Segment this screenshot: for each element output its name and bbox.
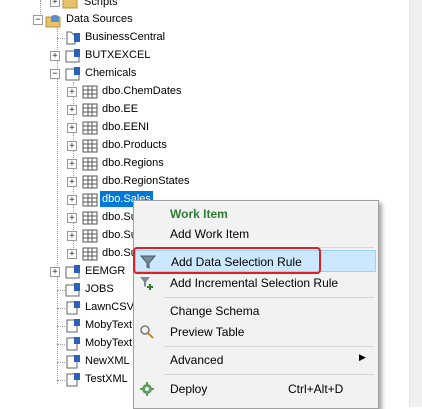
expand-toggle[interactable]: + — [67, 87, 77, 97]
highlight-annotation-box — [133, 247, 321, 274]
datasource-icon — [65, 282, 81, 298]
vertical-scrollbar[interactable] — [409, 0, 422, 407]
incremental-filter-icon — [139, 275, 155, 291]
tree-guide-line — [57, 344, 65, 345]
folder-icon — [62, 0, 78, 10]
expand-toggle[interactable]: + — [50, 0, 60, 7]
tree-guide-line — [57, 38, 65, 39]
datasource-icon — [65, 264, 81, 280]
tree-item-chemicals[interactable]: Chemicals — [83, 65, 138, 81]
tree-item-table[interactable]: dbo.ChemDates — [100, 83, 184, 99]
tree-item-mobytext[interactable]: MobyText — [83, 335, 134, 351]
table-icon — [82, 120, 98, 136]
tree-item-businesscentral[interactable]: BusinessCentral — [83, 29, 167, 45]
menu-item-label: Add Work Item — [170, 227, 250, 241]
tree-item-lawncsv[interactable]: LawnCSV — [83, 299, 136, 315]
tree-item-table[interactable]: dbo.Regions — [100, 155, 166, 171]
datasource-icon — [65, 336, 81, 352]
menu-separator — [164, 346, 374, 347]
datasource-icon — [65, 318, 81, 334]
table-icon — [82, 84, 98, 100]
menu-item-shortcut: Ctrl+Alt+D — [288, 382, 344, 396]
tree-item-table[interactable]: dbo.RegionStates — [100, 173, 191, 189]
datasource-icon — [65, 300, 81, 316]
expand-toggle[interactable]: + — [67, 231, 77, 241]
menu-item-add-work-item[interactable]: Add Work Item — [135, 223, 376, 245]
tree-item-data-sources[interactable]: Data Sources — [64, 11, 135, 27]
data-sources-icon — [45, 12, 61, 28]
magnifier-icon — [139, 324, 155, 340]
expand-toggle[interactable]: + — [67, 123, 77, 133]
submenu-arrow-icon: ▶ — [359, 352, 366, 362]
table-icon — [82, 228, 98, 244]
table-icon — [82, 138, 98, 154]
menu-item-advanced[interactable]: Advanced ▶ — [135, 349, 376, 371]
deploy-icon — [139, 381, 155, 397]
menu-item-change-schema[interactable]: Change Schema — [135, 300, 376, 322]
tree-guide-line — [57, 326, 65, 327]
menu-separator — [164, 374, 374, 375]
expand-toggle[interactable]: + — [67, 105, 77, 115]
datasource-icon — [65, 354, 81, 370]
tree-item-mobytext[interactable]: MobyText — [83, 317, 134, 333]
datasource-icon — [65, 48, 81, 64]
expand-toggle[interactable]: + — [67, 159, 77, 169]
tree-item-jobs[interactable]: JOBS — [83, 281, 116, 297]
tree-item-table[interactable]: dbo.EE — [100, 101, 140, 117]
menu-item-label: Change Schema — [170, 304, 260, 318]
table-icon — [82, 246, 98, 262]
table-icon — [82, 192, 98, 208]
tree-item-butxexcel[interactable]: BUTXEXCEL — [83, 47, 152, 63]
expand-toggle[interactable]: + — [67, 213, 77, 223]
tree-guide-line — [57, 362, 65, 363]
table-icon — [82, 156, 98, 172]
tree-item-testxml[interactable]: TestXML — [83, 371, 130, 387]
tree-item-scripts[interactable]: Scripts — [82, 0, 120, 10]
expand-toggle[interactable]: + — [67, 249, 77, 259]
menu-item-label: Preview Table — [170, 325, 245, 339]
expand-toggle[interactable]: + — [67, 141, 77, 151]
menu-item-label: Add Incremental Selection Rule — [170, 276, 339, 290]
menu-item-label: Advanced — [170, 353, 224, 367]
menu-item-label: Deploy — [170, 382, 208, 396]
collapse-toggle[interactable]: − — [50, 69, 60, 79]
datasource-icon — [65, 372, 81, 388]
tree-guide-line — [57, 290, 65, 291]
context-menu: Work Item Add Work Item Add Data Selecti… — [133, 200, 379, 409]
tree-item-table[interactable]: dbo.Products — [100, 137, 169, 153]
expand-toggle[interactable]: + — [50, 51, 60, 61]
menu-header-label: Work Item — [170, 207, 228, 221]
expand-toggle[interactable]: + — [67, 177, 77, 187]
tree-item-newxml[interactable]: NewXML — [83, 353, 132, 369]
table-icon — [82, 102, 98, 118]
tree-guide-line — [57, 380, 65, 381]
datasource-icon — [65, 66, 81, 82]
menu-separator — [164, 297, 374, 298]
collapse-toggle[interactable]: − — [33, 15, 43, 25]
menu-item-deploy[interactable]: Deploy Ctrl+Alt+D — [135, 378, 376, 400]
tree-guide-line — [57, 308, 65, 309]
menu-item-preview-table[interactable]: Preview Table — [135, 321, 376, 343]
datasource-icon — [65, 30, 81, 46]
table-icon — [82, 210, 98, 226]
expand-toggle[interactable]: + — [67, 195, 77, 205]
tree-item-eemgr[interactable]: EEMGR — [83, 263, 127, 279]
tree-item-table[interactable]: dbo.EENI — [100, 119, 151, 135]
tree-guide-line — [57, 28, 58, 384]
table-icon — [82, 174, 98, 190]
expand-toggle[interactable]: + — [50, 267, 60, 277]
menu-header-work-item: Work Item — [135, 203, 376, 225]
menu-item-add-incremental-selection-rule[interactable]: Add Incremental Selection Rule — [135, 272, 376, 294]
